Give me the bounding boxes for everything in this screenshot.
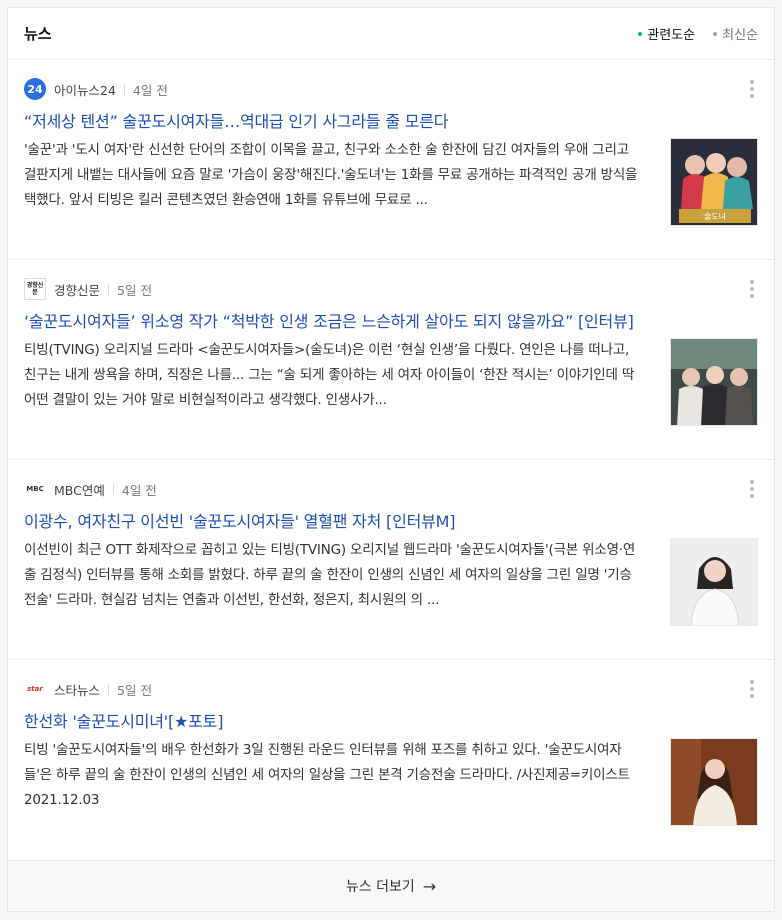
news-title[interactable]: “저세상 텐션” 술꾼도시여자들…역대급 인기 사그라들 줄 모른다 (24, 108, 704, 132)
source-name: 경향신문 (54, 282, 101, 298)
sort-options: 관련도순 최신순 (638, 24, 758, 43)
news-panel: 뉴스 관련도순 최신순 24 아이뉴스24 4일 전 “저세상 텐션” 술꾼도시… (7, 7, 775, 912)
news-summary: '술꾼'과 '도시 여자'란 신선한 단어의 조합이 이목을 끌고, 친구와 소… (24, 142, 638, 208)
starnews-logo-icon: star (24, 678, 46, 700)
kyunghyang-logo-icon: 경향신문 (24, 278, 46, 300)
news-thumbnail[interactable] (670, 538, 758, 626)
inactive-dot-icon (713, 31, 718, 36)
news-summary: 티빙(TVING) 오리지널 드라마 <술꾼도시여자들>(술도녀)은 이런 ‘현… (24, 342, 635, 408)
news-item[interactable]: 24 아이뉴스24 4일 전 “저세상 텐션” 술꾼도시여자들…역대급 인기 사… (8, 60, 774, 260)
mbc-logo-icon: MBC (24, 478, 46, 500)
news-thumbnail[interactable] (670, 338, 758, 426)
news-thumbnail[interactable] (670, 738, 758, 826)
divider (123, 83, 125, 95)
published-time: 5일 전 (117, 282, 152, 298)
news-source[interactable]: MBC MBC연예 4일 전 (24, 478, 157, 500)
source-name: 아이뉴스24 (54, 82, 116, 98)
news-title[interactable]: 한선화 '술꾼도시미녀'[★포토] (24, 708, 704, 732)
active-dot-icon (638, 31, 643, 36)
news-summary: 이선빈이 최근 OTT 화제작으로 꼽히고 있는 티빙(TVING) 오리지널 … (24, 542, 636, 608)
divider (112, 483, 114, 495)
source-name: 스타뉴스 (54, 682, 101, 698)
sort-relevance-option[interactable]: 관련도순 (638, 24, 695, 43)
news-item[interactable]: MBC MBC연예 4일 전 이광수, 여자친구 이선빈 '술꾼도시여자들' 열… (8, 460, 774, 660)
news-header: 뉴스 관련도순 최신순 (8, 8, 774, 60)
sort-latest-option[interactable]: 최신순 (713, 24, 758, 43)
svg-text:술도녀: 술도녀 (704, 211, 726, 221)
more-options-icon[interactable] (748, 680, 756, 698)
news-item[interactable]: star 스타뉴스 5일 전 한선화 '술꾼도시미녀'[★포토] 티빙 '술꾼도… (8, 660, 774, 860)
more-options-icon[interactable] (748, 480, 756, 498)
news-item[interactable]: 경향신문 경향신문 5일 전 ‘술꾼도시여자들’ 위소영 작가 “척박한 인생 … (8, 260, 774, 460)
news-title[interactable]: ‘술꾼도시여자들’ 위소영 작가 “척박한 인생 조금은 느슨하게 살아도 되지… (24, 308, 704, 332)
more-options-icon[interactable] (748, 280, 756, 298)
divider (108, 683, 110, 695)
arrow-right-icon: → (422, 876, 437, 896)
news-section-title: 뉴스 (24, 25, 52, 43)
more-options-icon[interactable] (748, 80, 756, 98)
news-thumbnail[interactable]: 술도녀 (670, 138, 758, 226)
published-time: 4일 전 (121, 482, 157, 498)
divider (108, 283, 110, 295)
sort-latest-label: 최신순 (722, 28, 758, 43)
news-source[interactable]: star 스타뉴스 5일 전 (24, 678, 152, 700)
more-news-label: 뉴스 더보기 (345, 879, 415, 895)
news-title[interactable]: 이광수, 여자친구 이선빈 '술꾼도시여자들' 열혈팬 자처 [인터뷰M] (24, 508, 704, 532)
inews24-logo-icon: 24 (24, 78, 46, 100)
news-summary: 티빙 '술꾼도시여자들'의 배우 한선화가 3일 진행된 라운드 인터뷰를 위해… (24, 742, 630, 808)
news-source[interactable]: 24 아이뉴스24 4일 전 (24, 78, 168, 100)
source-name: MBC연예 (54, 482, 105, 498)
sort-relevance-label: 관련도순 (647, 28, 696, 43)
more-news-button[interactable]: 뉴스 더보기 → (8, 860, 774, 911)
published-time: 5일 전 (117, 682, 152, 698)
published-time: 4일 전 (132, 82, 168, 98)
news-source[interactable]: 경향신문 경향신문 5일 전 (24, 278, 152, 300)
